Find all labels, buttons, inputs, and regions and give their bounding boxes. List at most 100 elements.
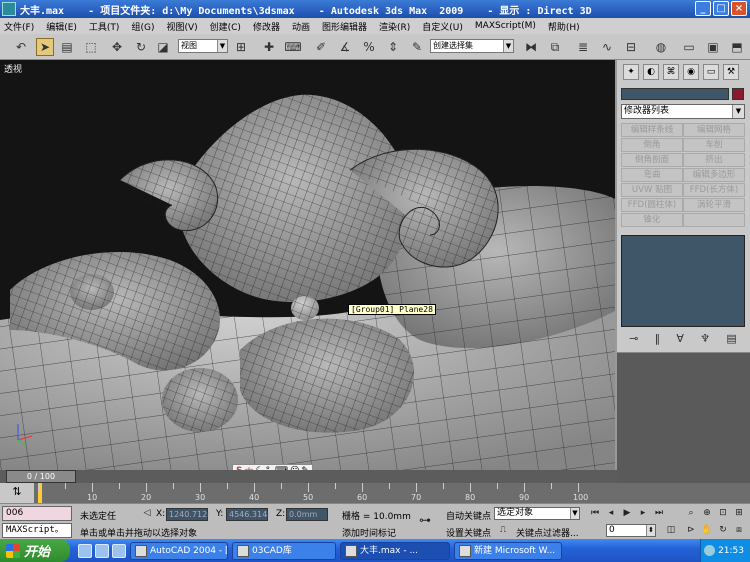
modifier-button[interactable]: 编辑样条线 <box>621 123 683 137</box>
select-link-icon[interactable]: ✚ <box>260 38 278 56</box>
show-desktop-icon[interactable] <box>78 543 92 558</box>
set-key-button[interactable]: 设置关键点 <box>446 526 491 539</box>
start-button[interactable]: 开始 <box>0 539 70 562</box>
menu-edit[interactable]: 编辑(E) <box>46 20 77 33</box>
modifier-button[interactable]: 涡轮平滑 <box>683 198 745 212</box>
modifier-button[interactable]: 锥化 <box>621 213 683 227</box>
modifier-button[interactable]: 车削 <box>683 138 745 152</box>
rectangular-selection-icon[interactable]: ⬚ <box>82 38 100 56</box>
close-button[interactable]: × <box>731 1 747 16</box>
select-move-icon[interactable]: ✥ <box>108 38 126 56</box>
modifier-button[interactable]: UVW 贴图 <box>621 183 683 197</box>
layer-manager-icon[interactable]: ≣ <box>574 38 592 56</box>
display-tab-icon[interactable]: ▭ <box>703 64 719 80</box>
menu-modifiers[interactable]: 修改器 <box>253 20 280 33</box>
modifier-button[interactable]: 倒角剖面 <box>621 153 683 167</box>
keyboard-shortcut-icon[interactable]: ⌨ <box>284 38 302 56</box>
create-tab-icon[interactable]: ✦ <box>623 64 639 80</box>
maximize-viewport-icon[interactable]: ⧈ <box>732 524 746 537</box>
render-setup-icon[interactable]: ▭ <box>680 38 698 56</box>
media-player-icon[interactable] <box>112 543 126 558</box>
track-bar[interactable]: ⇅ 10 20 30 40 50 60 70 80 90 100 <box>0 483 750 503</box>
modifier-button[interactable]: 挤出 <box>683 153 745 167</box>
curve-editor-icon[interactable]: ∿ <box>598 38 616 56</box>
key-mode-dropdown[interactable]: 选定对象 ▼ <box>494 507 580 520</box>
rendered-frame-window-icon[interactable]: ▣ <box>704 38 722 56</box>
modifier-button[interactable]: 编辑网格 <box>683 123 745 137</box>
modifier-button[interactable]: 倒角 <box>621 138 683 152</box>
key-filters-button[interactable]: 关键点过滤器... <box>516 526 579 539</box>
taskbar-item[interactable]: 03CAD库 <box>232 541 336 560</box>
y-coordinate-field[interactable]: 4546.314r <box>226 508 270 521</box>
menu-views[interactable]: 视图(V) <box>166 20 197 33</box>
zoom-extents-all-icon[interactable]: ⊞ <box>732 507 746 520</box>
field-of-view-icon[interactable]: ⊳ <box>684 524 698 537</box>
modifier-button[interactable]: 编辑多边形 <box>683 168 745 182</box>
internet-explorer-icon[interactable] <box>95 543 109 558</box>
angle-snap-icon[interactable]: ∡ <box>336 38 354 56</box>
maximize-button[interactable]: □ <box>713 1 729 16</box>
maxscript-listener-mini[interactable]: 006 <box>2 506 72 521</box>
taskbar-item[interactable]: AutoCAD 2004 - [... <box>130 541 228 560</box>
align-icon[interactable]: ⧉ <box>546 38 564 56</box>
default-in-out-tangent-icon[interactable]: ⎍ <box>496 524 510 537</box>
menu-file[interactable]: 文件(F) <box>4 20 34 33</box>
menu-animation[interactable]: 动画 <box>292 20 310 33</box>
configure-sets-icon[interactable]: ▤ <box>726 332 736 345</box>
menu-customize[interactable]: 自定义(U) <box>422 20 463 33</box>
x-coordinate-field[interactable]: 1240.712r <box>166 508 210 521</box>
clock[interactable]: 21:53 <box>718 546 744 556</box>
hierarchy-tab-icon[interactable]: ⌘ <box>663 64 679 80</box>
add-time-tag[interactable]: 添加时间标记 <box>342 526 396 539</box>
lock-selection-icon[interactable]: ◁ <box>140 507 154 520</box>
time-slider[interactable]: 0 / 100 <box>0 470 617 483</box>
mini-curve-editor-icon[interactable]: ⇅ <box>0 483 34 503</box>
z-coordinate-field[interactable]: 0.0mm <box>286 508 328 521</box>
track-ruler[interactable]: 10 20 30 40 50 60 70 80 90 100 <box>34 483 588 503</box>
taskbar-item[interactable]: 新建 Microsoft W... <box>454 541 562 560</box>
make-unique-icon[interactable]: ∀ <box>676 332 684 345</box>
time-slider-thumb[interactable]: 0 / 100 <box>6 470 76 483</box>
object-color-swatch[interactable] <box>732 88 744 100</box>
modifier-stack-list[interactable] <box>621 235 745 327</box>
auto-key-button[interactable]: 自动关键点 <box>446 509 491 522</box>
menu-create[interactable]: 创建(C) <box>210 20 241 33</box>
perspective-viewport[interactable]: 透视 [Group01] Plane28 S 中 ☾ °, ⌨ ☺ ✎ <box>0 60 617 470</box>
pivot-center-icon[interactable]: ⊞ <box>232 38 250 56</box>
maxscript-input[interactable]: MAXScript。 <box>2 523 72 538</box>
go-to-start-icon[interactable]: ⏮ <box>588 507 602 520</box>
remove-modifier-icon[interactable]: ♆ <box>700 332 710 345</box>
minimize-button[interactable]: _ <box>695 1 711 16</box>
next-frame-icon[interactable]: ▸ <box>636 507 650 520</box>
percent-snap-icon[interactable]: % <box>360 38 378 56</box>
pan-hand-icon[interactable]: ✋ <box>700 524 714 537</box>
3dsmax-app-icon[interactable] <box>2 2 16 16</box>
snap-toggle-icon[interactable]: ✐ <box>312 38 330 56</box>
select-by-name-icon[interactable]: ▤ <box>58 38 76 56</box>
motion-tab-icon[interactable]: ◉ <box>683 64 699 80</box>
orbit-icon[interactable]: ↻ <box>716 524 730 537</box>
viewport-label[interactable]: 透视 <box>4 62 22 75</box>
mirror-icon[interactable]: ⧓ <box>522 38 540 56</box>
zoom-extents-icon[interactable]: ⊡ <box>716 507 730 520</box>
zoom-icon[interactable]: ⌕ <box>684 507 698 520</box>
select-scale-icon[interactable]: ◪ <box>154 38 172 56</box>
edit-named-selection-icon[interactable]: ✎ <box>408 38 426 56</box>
modifier-button[interactable]: FFD(圆柱体) <box>621 198 683 212</box>
taskbar-item[interactable]: 大丰.max - ... <box>340 541 450 560</box>
show-end-result-icon[interactable]: ‖ <box>655 332 661 345</box>
quick-render-icon[interactable]: ⬒ <box>728 38 746 56</box>
menu-help[interactable]: 帮助(H) <box>548 20 580 33</box>
spinner-snap-icon[interactable]: ⇕ <box>384 38 402 56</box>
modifier-button-empty[interactable] <box>683 213 745 227</box>
pin-stack-icon[interactable]: ⊸ <box>629 332 638 345</box>
schematic-view-icon[interactable]: ⊟ <box>622 38 640 56</box>
select-object-icon[interactable]: ➤ <box>36 38 54 56</box>
menu-group[interactable]: 组(G) <box>131 20 154 33</box>
key-icon[interactable]: ⊶ <box>418 514 432 527</box>
menu-graph-editors[interactable]: 图形编辑器 <box>322 20 367 33</box>
modify-tab-icon[interactable]: ◐ <box>643 64 659 80</box>
object-name-field[interactable] <box>621 88 729 100</box>
volume-icon[interactable] <box>704 545 716 556</box>
previous-frame-icon[interactable]: ◂ <box>604 507 618 520</box>
